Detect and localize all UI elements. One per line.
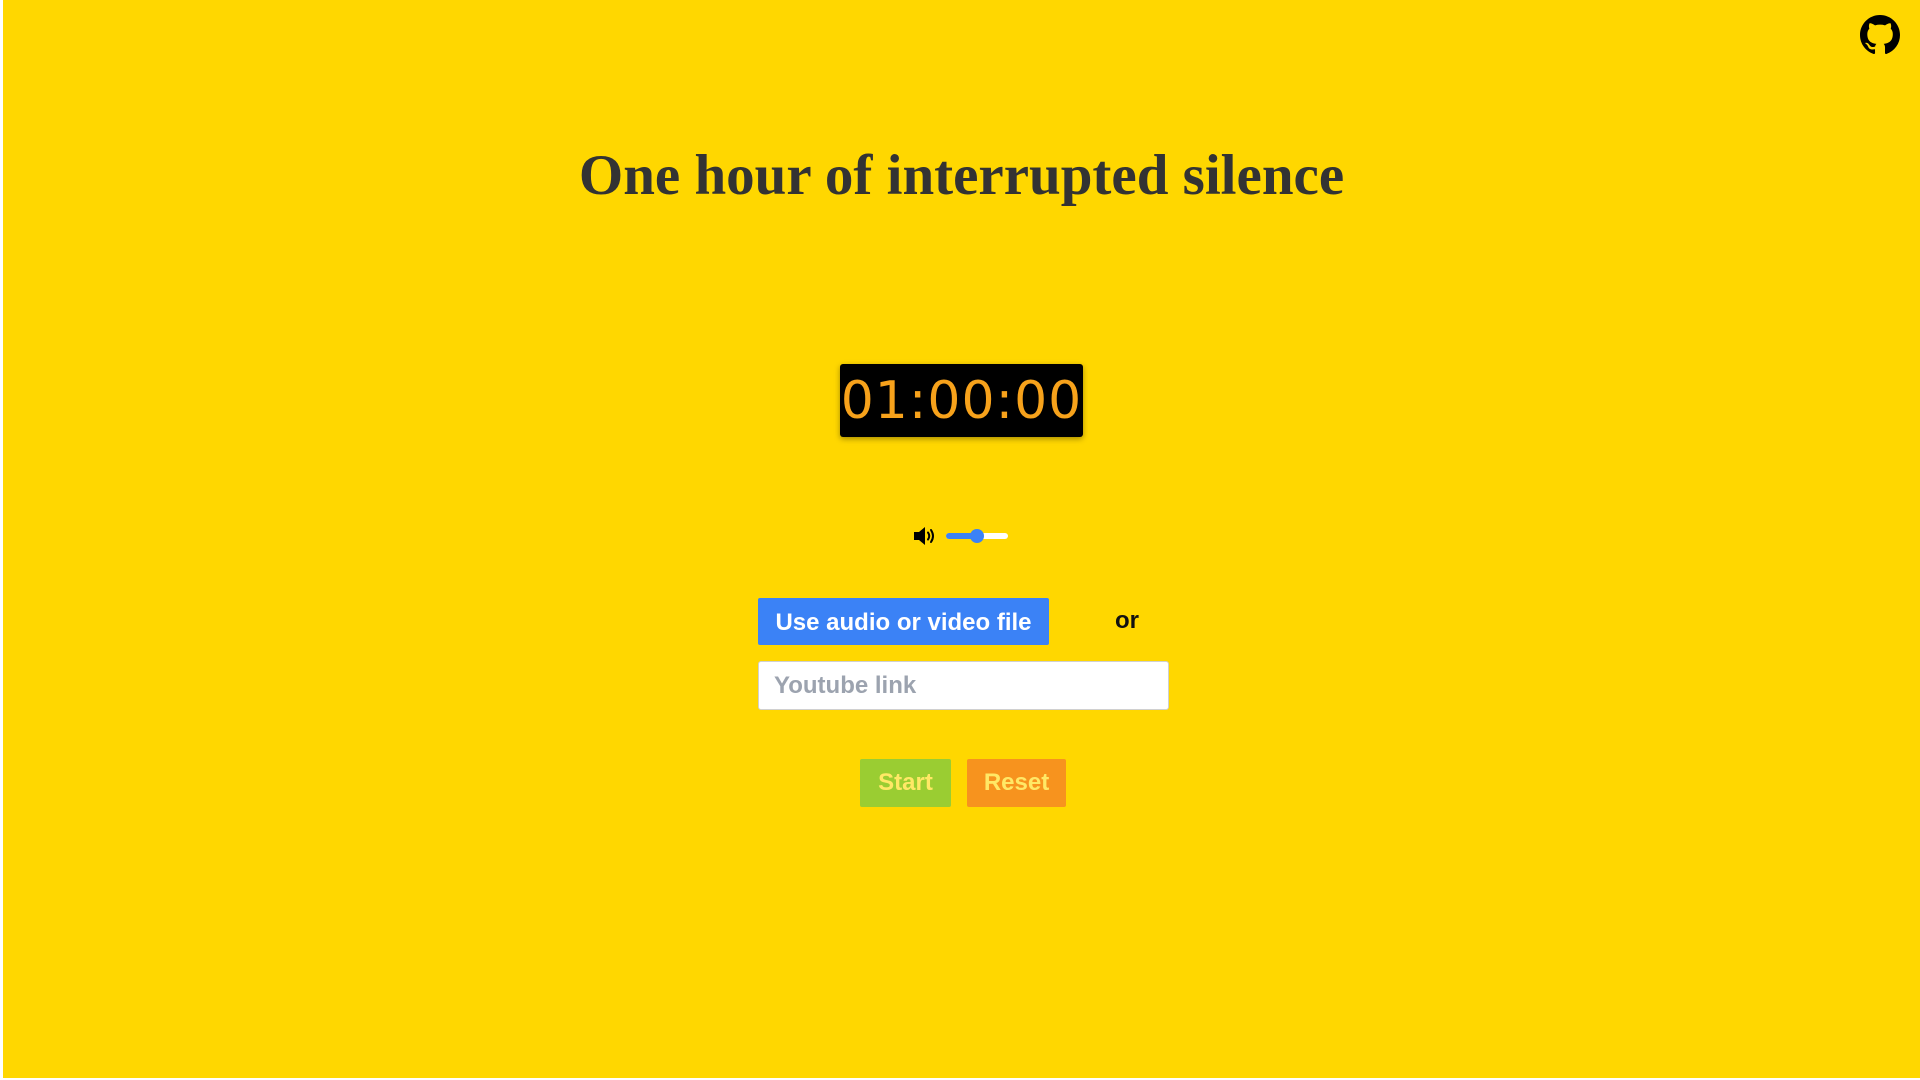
- github-icon: [1860, 15, 1900, 55]
- volume-slider-thumb[interactable]: [970, 529, 984, 543]
- use-file-button[interactable]: Use audio or video file: [758, 598, 1049, 645]
- page-title: One hour of interrupted silence: [578, 144, 1345, 207]
- countdown-timer: 01:00:00: [840, 364, 1083, 437]
- page-background: One hour of interrupted silence 01:00:00…: [3, 0, 1920, 1078]
- or-label: or: [1115, 607, 1139, 634]
- youtube-link-input[interactable]: [758, 661, 1169, 710]
- volume-control: [912, 523, 1008, 549]
- reset-button[interactable]: Reset: [967, 759, 1066, 807]
- github-link[interactable]: [1860, 15, 1900, 55]
- speaker-volume-icon[interactable]: [912, 525, 938, 547]
- start-button[interactable]: Start: [860, 759, 951, 807]
- volume-slider[interactable]: [946, 529, 1008, 543]
- timer-value: 01:00:00: [840, 370, 1083, 431]
